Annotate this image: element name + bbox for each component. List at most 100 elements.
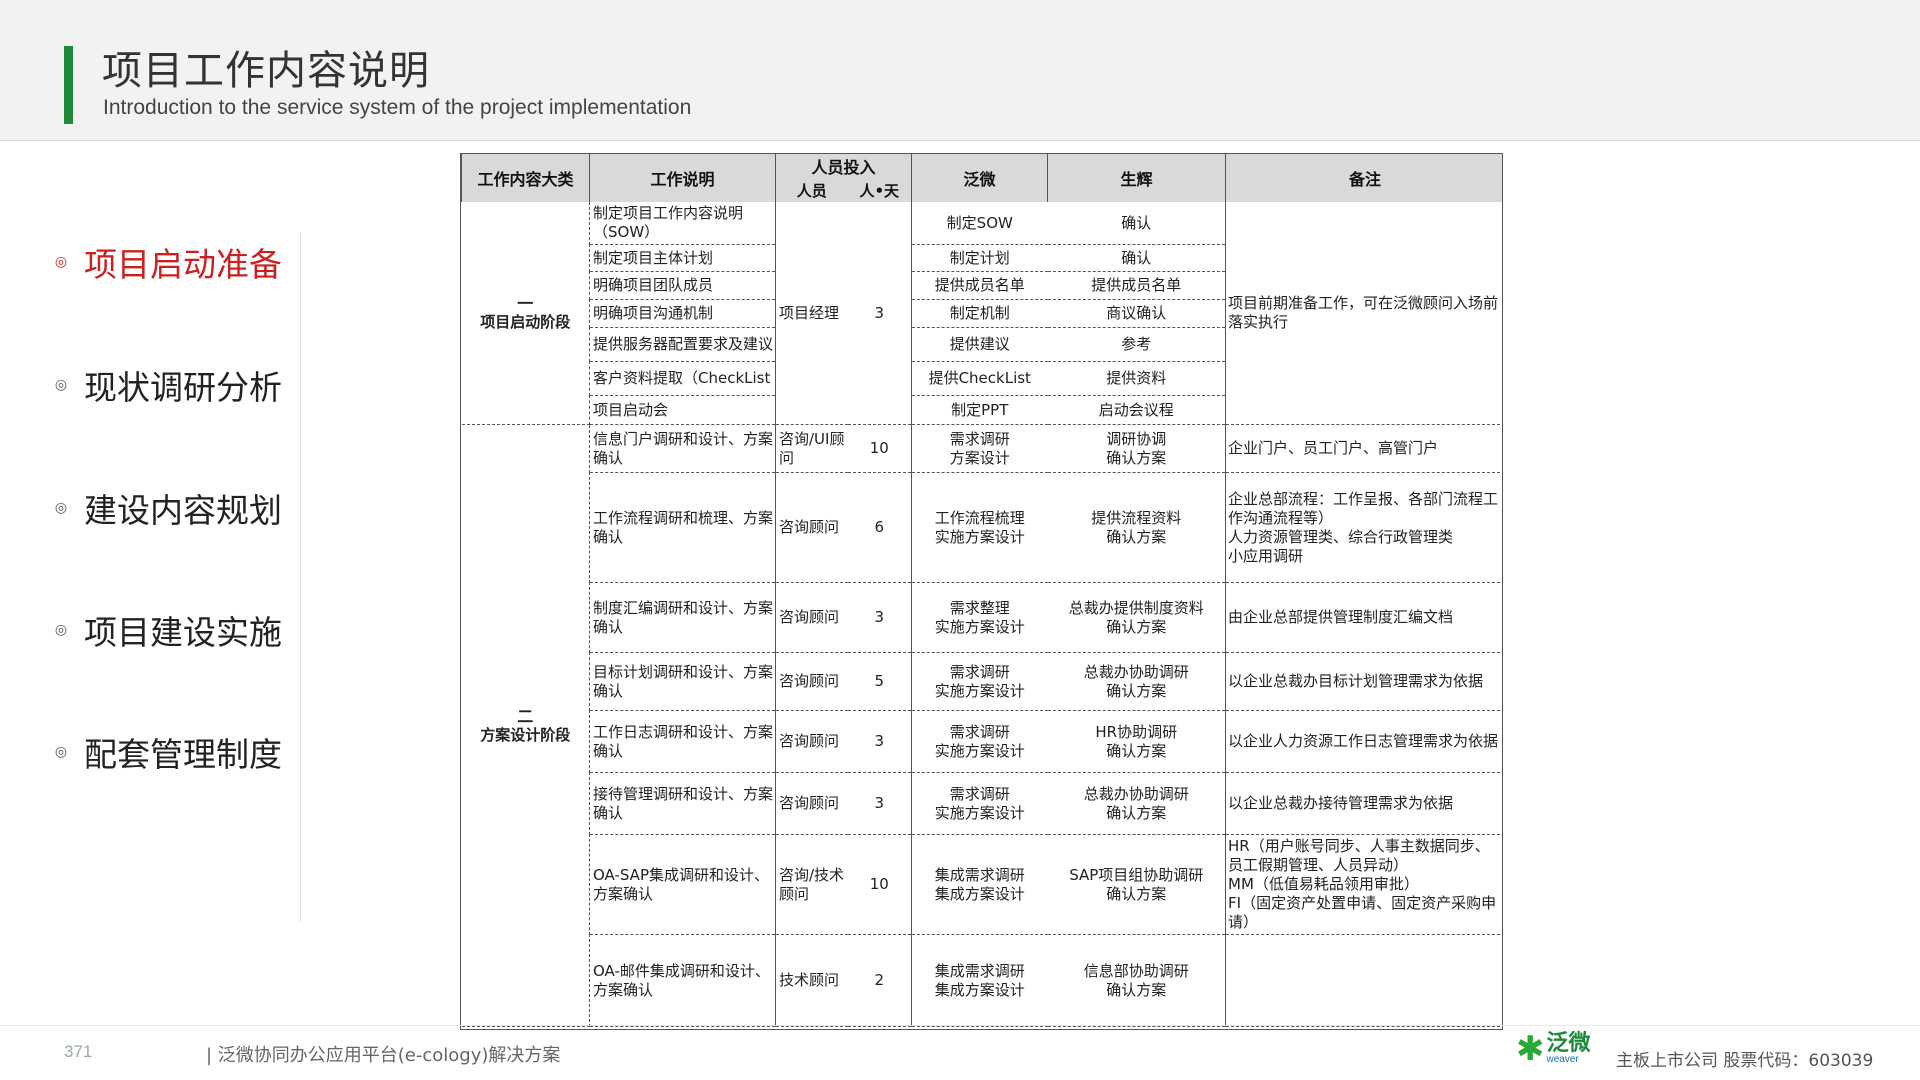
footer-divider [0,1025,1920,1026]
table-row: 工作日志调研和设计、方案确认 咨询顾问 3 需求调研 实施方案设计 HR协助调研 确认方… [462,710,1502,773]
fanwei-task: 提供成员名单 [911,271,1048,300]
fanwei-task: 需求整理 实施方案设计 [911,582,1048,653]
days-cell: 6 [847,472,913,583]
table-row: 制度汇编调研和设计、方案确认 咨询顾问 3 需求整理 实施方案设计 总裁办提供制度资料 … [462,582,1502,653]
remark-cell: 以企业总裁办接待管理需求为依据 [1225,772,1502,835]
header-staffing: 人员投入 [774,154,913,178]
staff-cell: 咨询/UI顾问 [775,424,848,473]
fanwei-task: 制定SOW [911,202,1048,245]
page-title: 项目工作内容说明 [102,48,430,94]
target-bullet-icon: ◎ [54,744,68,760]
header-category: 工作内容大类 [461,154,590,202]
nav-item-construction-planning[interactable]: ◎ 建设内容规划 [50,478,310,538]
remark-cell: 企业门户、员工门户、高管门户 [1225,424,1502,473]
staff-cell: 项目经理 [775,202,848,425]
stock-info: 主板上市公司 股票代码：603039 [1616,1051,1874,1071]
staff-cell: 咨询/技术顾问 [775,834,848,935]
work-description: 制定项目主体计划 [589,244,776,272]
nav-item-project-startup[interactable]: ◎ 项目启动准备 [50,232,310,292]
table-row: OA-SAP集成调研和设计、方案确认 咨询/技术顾问 10 集成需求调研 集成方案设计… [462,834,1502,935]
nav-item-management-system[interactable]: ◎ 配套管理制度 [50,722,310,782]
days-cell: 3 [847,772,913,835]
fanwei-task: 集成需求调研 集成方案设计 [911,834,1048,935]
work-description: 制定项目工作内容说明（SOW） [589,202,776,245]
page-number: 371 [64,1042,93,1061]
phase-number: 二 [517,706,534,726]
remark-cell: 以企业总裁办目标计划管理需求为依据 [1225,652,1502,711]
work-description: 客户资料提取（CheckList [589,361,776,396]
remark-cell: HR（用户账号同步、人事主数据同步、员工假期管理、人员异动） MM（低值易耗品领… [1225,834,1502,935]
logo-en: weaver [1546,1054,1579,1065]
work-content-table: 工作内容大类 工作说明 人员投入 泛微 生辉 备注 人员 人•天 一项目启动阶段… [460,153,1503,1030]
nav-item-label: 项目启动准备 [84,245,282,284]
header: 项目工作内容说明 Introduction to the service sys… [0,0,1920,140]
table-row: 二方案设计阶段 信息门户调研和设计、方案确认 咨询/UI顾问 10 需求调研 方案设计调… [461,424,1502,1027]
work-description: 制度汇编调研和设计、方案确认 [589,582,776,653]
fanwei-task: 提供CheckList [911,361,1048,396]
fanwei-task: 需求调研 实施方案设计 [911,652,1048,711]
work-description: 接待管理调研和设计、方案确认 [589,772,776,835]
days-cell: 10 [847,424,913,473]
table-row: 接待管理调研和设计、方案确认 咨询顾问 3 需求调研 实施方案设计 总裁办协助调研 确认… [462,772,1502,835]
nav-item-label: 现状调研分析 [84,368,282,407]
title-accent-bar [64,46,73,124]
header-remark: 备注 [1225,154,1502,202]
client-task: SAP项目组协助调研 确认方案 [1047,834,1226,935]
fanwei-task: 集成需求调研 集成方案设计 [911,934,1048,1027]
logo-leaf-icon: ✱ [1516,1029,1545,1069]
fanwei-task: 需求调研 实施方案设计 [911,710,1048,773]
phase-cell: 二方案设计阶段 [461,424,590,1027]
client-task: 提供成员名单 [1047,271,1226,300]
footer-doc-title: | 泛微协同办公应用平台(e-cology)解决方案 [206,1045,561,1066]
fanwei-task: 制定计划 [911,244,1048,272]
phase-name: 项目启动阶段 [480,313,571,331]
header-divider [0,140,1920,141]
table-row: OA-邮件集成调研和设计、方案确认 技术顾问 2 集成需求调研 集成方案设计 信息部协助… [462,934,1502,1027]
phase-number: 一 [517,294,534,313]
days-cell: 3 [847,710,913,773]
target-bullet-icon: ◎ [54,377,68,393]
client-task: 提供流程资料 确认方案 [1047,472,1226,583]
work-description: 明确项目团队成员 [589,271,776,300]
weaver-logo: ✱ 泛微 weaver [1516,1032,1591,1066]
header-client: 生辉 [1047,154,1227,202]
fanwei-task: 需求调研 实施方案设计 [911,772,1048,835]
work-description: 明确项目沟通机制 [589,299,776,328]
client-task: 信息部协助调研 确认方案 [1047,934,1226,1027]
fanwei-task: 提供建议 [911,327,1048,362]
work-description: 项目启动会 [589,395,776,425]
table-row: 目标计划调研和设计、方案确认 咨询顾问 5 需求调研 实施方案设计 总裁办协助调研 确认… [462,652,1502,711]
target-bullet-icon: ◎ [54,622,68,638]
nav-item-implementation[interactable]: ◎ 项目建设实施 [50,600,310,660]
remark-cell [1225,934,1502,1027]
client-task: 总裁办提供制度资料 确认方案 [1047,582,1226,653]
staff-cell: 咨询顾问 [775,710,848,773]
work-description: 工作日志调研和设计、方案确认 [589,710,776,773]
days-cell: 2 [847,934,913,1027]
work-description: OA-SAP集成调研和设计、方案确认 [589,834,776,935]
days-cell: 3 [847,582,913,653]
phase-cell: 一项目启动阶段 [461,202,590,425]
header-fanwei: 泛微 [911,154,1049,202]
page-subtitle: Introduction to the service system of th… [103,96,692,119]
nav-item-status-research[interactable]: ◎ 现状调研分析 [50,355,310,415]
client-task: 总裁办协助调研 确认方案 [1047,772,1226,835]
header-description: 工作说明 [589,154,776,202]
client-task: 确认 [1047,202,1226,245]
table-row: 一项目启动阶段 制定项目工作内容说明（SOW） 项目经理 3 制定SOW 确认 项目前期准备… [461,202,1502,425]
target-bullet-icon: ◎ [54,254,68,270]
days-cell: 3 [847,202,913,425]
nav-item-label: 建设内容规划 [84,491,282,530]
fanwei-task: 制定机制 [911,299,1048,328]
logo-cn: 泛微 [1546,1031,1591,1056]
nav-item-label: 配套管理制度 [84,735,282,774]
header-staff: 人员 [775,178,848,202]
work-table: 工作内容大类 工作说明 人员投入 泛微 生辉 备注 人员 人•天 一项目启动阶段… [461,154,1502,1027]
remark-cell: 项目前期准备工作，可在泛微顾问入场前落实执行 [1225,202,1502,425]
client-task: 提供资料 [1047,361,1226,396]
days-cell: 10 [847,834,913,935]
phase-name: 方案设计阶段 [480,725,571,744]
client-task: 参考 [1047,327,1226,362]
work-description: OA-邮件集成调研和设计、方案确认 [589,934,776,1027]
staff-cell: 技术顾问 [775,934,848,1027]
